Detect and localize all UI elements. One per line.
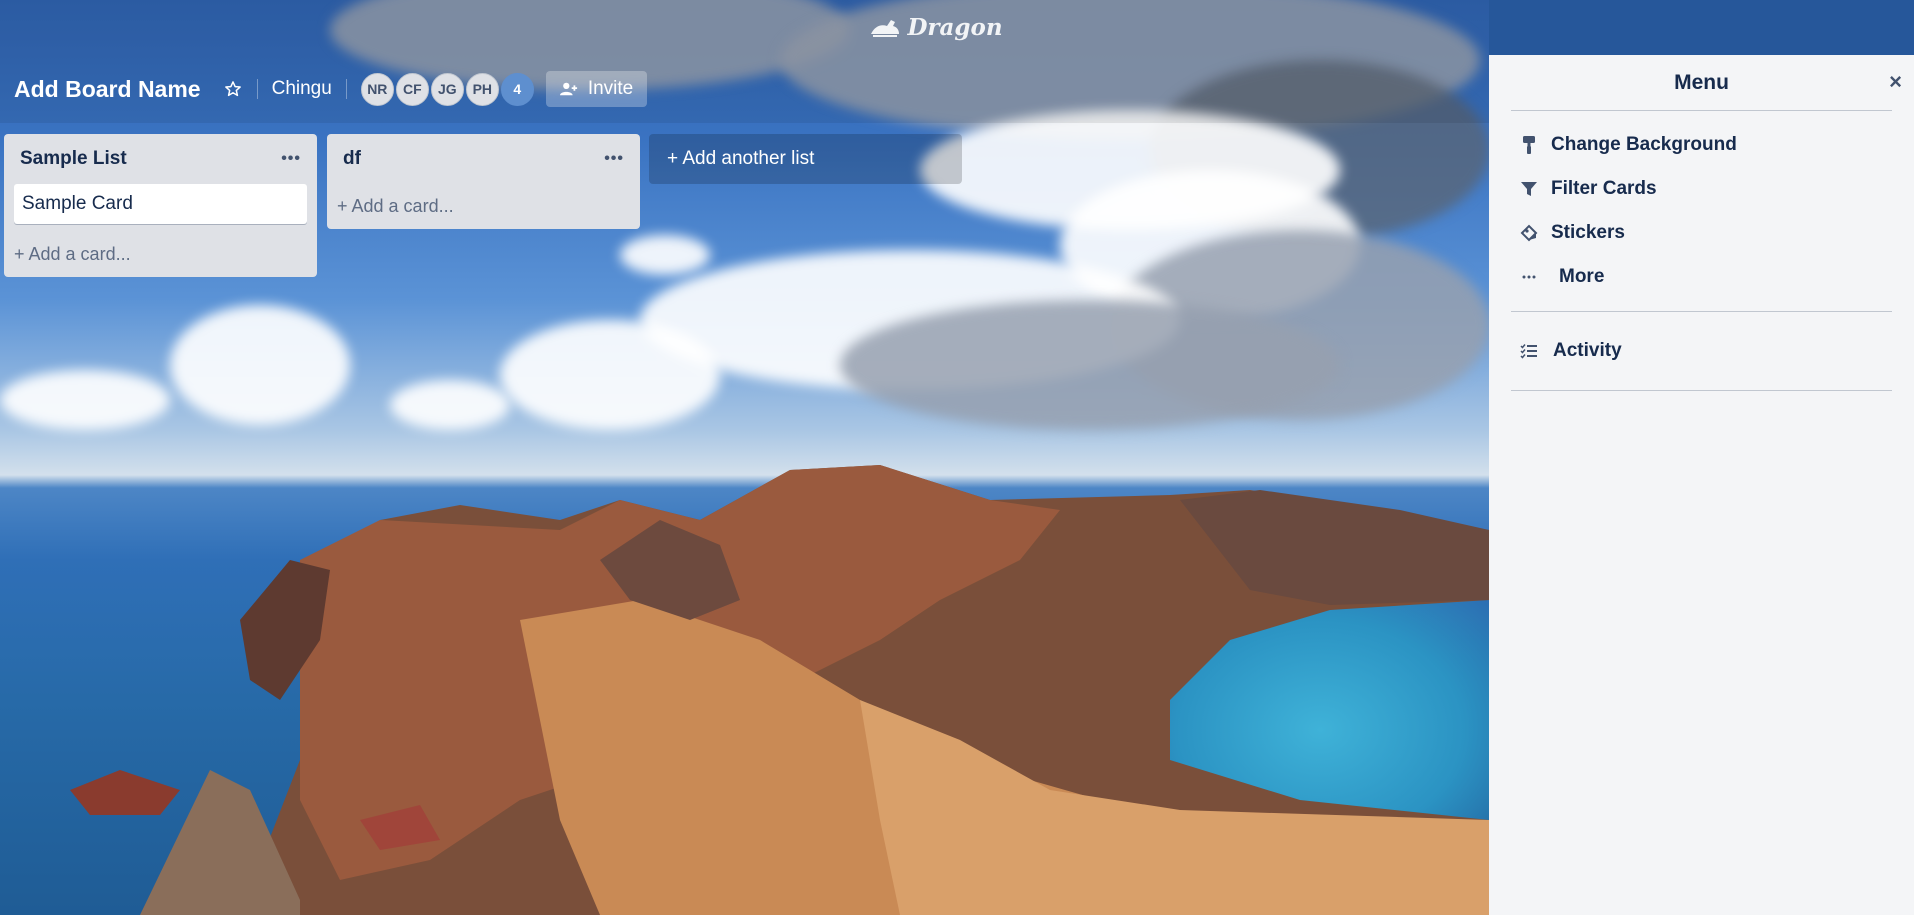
activity-section: Activity <box>1489 312 1914 390</box>
dragon-logo-icon <box>871 19 900 37</box>
list-df: df ••• + Add a card... <box>327 134 640 229</box>
menu-title: Menu <box>1674 70 1729 94</box>
menu-item-label: Stickers <box>1551 222 1625 243</box>
board-header: Add Board Name Chingu NR CF JG PH 4 Invi… <box>0 55 1489 123</box>
menu-item-stickers[interactable]: Stickers <box>1519 211 1914 255</box>
list-menu-button[interactable]: ••• <box>604 150 624 168</box>
menu-item-change-background[interactable]: Change Background <box>1519 123 1914 167</box>
sticker-icon <box>1519 223 1539 243</box>
list-title[interactable]: df <box>343 148 361 170</box>
menu-item-more[interactable]: More <box>1519 255 1914 299</box>
list-sample-list: Sample List ••• Sample Card + Add a card… <box>4 134 317 277</box>
star-icon <box>224 81 241 97</box>
star-board-button[interactable] <box>223 79 243 99</box>
add-card-button[interactable]: + Add a card... <box>337 174 630 221</box>
header-divider <box>256 79 258 99</box>
menu-item-filter-cards[interactable]: Filter Cards <box>1519 167 1914 211</box>
menu-item-activity[interactable]: Activity <box>1519 329 1914 373</box>
filter-icon <box>1519 179 1539 199</box>
avatar[interactable]: JG <box>430 72 464 106</box>
add-another-list-button[interactable]: + Add another list <box>649 134 962 184</box>
menu-item-label: Activity <box>1553 340 1622 361</box>
list-menu-button[interactable]: ••• <box>281 150 301 168</box>
card[interactable]: Sample Card <box>14 184 307 224</box>
add-user-icon <box>559 82 577 96</box>
menu-item-label: More <box>1559 266 1605 287</box>
team-name[interactable]: Chingu <box>272 78 332 100</box>
close-icon[interactable]: × <box>1889 69 1902 95</box>
list-title[interactable]: Sample List <box>20 148 127 170</box>
menu-item-label: Filter Cards <box>1551 178 1657 199</box>
invite-button[interactable]: Invite <box>545 71 648 107</box>
avatar[interactable]: CF <box>395 72 429 106</box>
avatar[interactable]: NR <box>360 72 394 106</box>
menu-item-label: Change Background <box>1551 134 1737 155</box>
board-title[interactable]: Add Board Name <box>14 76 201 103</box>
menu-divider <box>1511 390 1892 391</box>
board-menu-panel: Menu × Change Background Filter Cards St… <box>1489 55 1914 915</box>
list-header: Sample List ••• <box>14 144 307 174</box>
list-header: df ••• <box>337 144 630 174</box>
invite-label: Invite <box>587 78 634 99</box>
menu-items: Change Background Filter Cards Stickers <box>1489 111 1914 311</box>
app-logo-text: Dragon <box>907 14 1003 41</box>
app-top-bar: Dragon <box>0 0 1914 55</box>
member-avatars: NR CF JG PH 4 <box>360 72 536 106</box>
app-logo[interactable]: Dragon <box>869 14 1003 41</box>
member-count-badge[interactable]: 4 <box>500 72 534 106</box>
add-card-button[interactable]: + Add a card... <box>14 224 307 269</box>
header-divider <box>345 79 347 99</box>
more-dots-icon <box>1519 267 1539 287</box>
menu-header: Menu × <box>1489 55 1914 110</box>
avatar[interactable]: PH <box>465 72 499 106</box>
activity-list-icon <box>1519 341 1539 361</box>
paint-roller-icon <box>1519 135 1539 155</box>
